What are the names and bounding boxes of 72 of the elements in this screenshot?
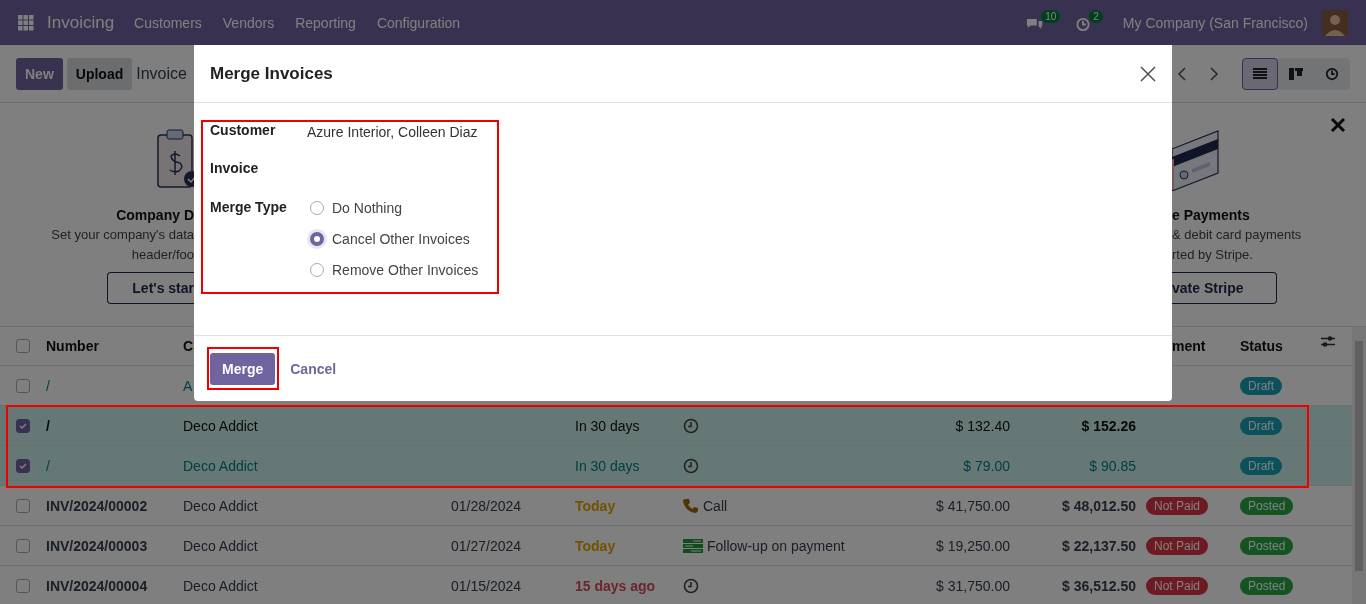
field-label: Customer [210,121,277,140]
invoice-date: 01/15/2024 [451,577,522,594]
invoice-number[interactable]: / [46,377,50,394]
cancel-button[interactable]: Cancel [278,352,349,385]
customer-field[interactable]: Azure Interior, Colleen Diaz [307,119,478,145]
total-amount: $ 36,512.50 [1062,577,1136,594]
untaxed-amount: $ 132.40 [955,417,1010,434]
due-date: In 30 days [575,457,640,474]
customer-name: Deco Addict [183,417,258,434]
column-header[interactable]: Number [46,338,99,354]
invoice-number[interactable]: INV/2024/00004 [46,577,148,594]
total-amount: $ 152.26 [1081,417,1136,434]
company-switcher[interactable]: My Company (San Francisco) [1122,14,1308,31]
message-count: 10 [1041,9,1061,23]
field-label: Invoice [210,159,260,178]
new-button[interactable]: New [16,57,63,90]
option-label[interactable]: Do Nothing [332,199,403,216]
status-badge: Draft [1240,456,1282,475]
column-header[interactable]: Status [1240,338,1283,354]
invoice-number[interactable]: / [46,417,50,434]
field-label: Merge Type [210,198,288,217]
customer-name: A [183,377,193,394]
customer-name: Deco Addict [183,497,258,514]
payment-status-badge: Not Paid [1146,496,1209,515]
due-date: Today [575,537,616,554]
total-amount: $ 22,137.50 [1062,537,1136,554]
option-label[interactable]: Remove Other Invoices [332,261,479,278]
total-amount: $ 48,012.50 [1062,497,1136,514]
status-badge: Draft [1240,376,1282,395]
card-description: rted by Stripe. [1172,246,1253,264]
activity-label: Follow-up on payment [707,537,845,554]
merge-button[interactable]: Merge [210,352,276,385]
breadcrumb[interactable]: Invoice [136,64,187,83]
due-date: Today [575,497,616,514]
untaxed-amount: $ 79.00 [963,457,1010,474]
invoice-date: 01/27/2024 [451,537,522,554]
upload-button[interactable]: Upload [66,57,133,90]
customer-name: Deco Addict [183,537,258,554]
invoice-number[interactable]: INV/2024/00003 [46,537,148,554]
dialog-title: Merge Invoices [210,63,333,84]
column-header[interactable]: C [183,338,194,354]
due-date: 15 days ago [575,577,656,594]
activity-count: 2 [1089,9,1103,23]
status-badge: Posted [1240,576,1294,595]
payment-status-badge: Not Paid [1146,576,1209,595]
payment-status-badge: Not Paid [1146,536,1209,555]
total-amount: $ 90.85 [1089,457,1136,474]
customer-name: Deco Addict [183,577,258,594]
invoice-number[interactable]: INV/2024/00002 [46,497,148,514]
untaxed-amount: $ 41,750.00 [936,497,1010,514]
customer-name: Deco Addict [183,457,258,474]
card-description: & debit card payments [1172,226,1302,244]
status-badge: Posted [1240,496,1294,515]
column-header[interactable]: ment [1172,338,1206,354]
card-title: e Payments [1172,206,1250,225]
app-name[interactable]: Invoicing [47,12,115,33]
invoice-date: 01/28/2024 [451,497,522,514]
status-badge: Posted [1240,536,1294,555]
card-description: Set your company's data [51,226,194,244]
status-badge: Draft [1240,416,1282,435]
menu-item[interactable]: Customers [134,14,202,31]
due-date: In 30 days [575,417,640,434]
option-label[interactable]: Cancel Other Invoices [332,230,470,247]
menu-item[interactable]: Vendors [222,14,275,31]
menu-item[interactable]: Reporting [295,14,356,31]
activity-label: Call [703,497,728,514]
untaxed-amount: $ 31,750.00 [936,577,1010,594]
menu-item[interactable]: Configuration [376,14,461,31]
untaxed-amount: $ 19,250.00 [936,537,1010,554]
card-description: header/foo [131,246,194,264]
card-title: Company D [116,206,194,225]
invoice-number[interactable]: / [46,457,50,474]
